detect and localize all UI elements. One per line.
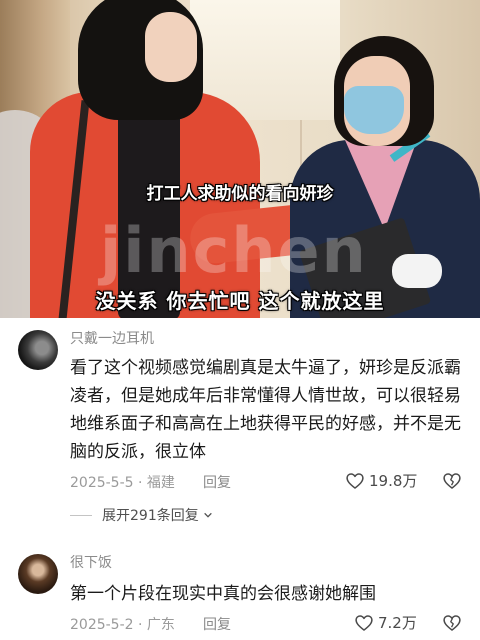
- heart-outline-icon: [355, 614, 373, 631]
- comment-text[interactable]: 第一个片段在现实中真的会很感谢她解围: [70, 580, 468, 608]
- reply-button[interactable]: 回复: [203, 614, 231, 634]
- like-count: 19.8万: [369, 472, 418, 490]
- comment-username[interactable]: 很下饭: [70, 552, 112, 572]
- heart-outline-icon: [346, 472, 364, 489]
- comment-date-location: 2025-5-2 · 广东: [70, 617, 175, 633]
- expand-replies-button[interactable]: 展开291条回复: [70, 505, 213, 525]
- like-count: 7.2万: [378, 614, 417, 632]
- divider-line: [70, 514, 92, 516]
- comment-list: 只戴一边耳机 看了这个视频感觉编剧真是太牛逼了，妍珍是反派霸凌者，但是她成年后非…: [0, 318, 480, 640]
- broken-heart-icon[interactable]: [442, 471, 462, 491]
- video-watermark: jinchen: [100, 214, 368, 287]
- chevron-down-icon: [203, 512, 212, 518]
- nurse-glove: [392, 254, 442, 288]
- comment-date-location: 2025-5-5 · 福建: [70, 475, 175, 491]
- avatar[interactable]: [18, 554, 58, 594]
- like-button[interactable]: 19.8万: [345, 470, 417, 491]
- broken-heart-icon[interactable]: [442, 613, 462, 633]
- nurse-face-mask: [344, 86, 404, 134]
- avatar[interactable]: [18, 330, 58, 370]
- subtitle-dialogue: 没关系 你去忙吧 这个就放这里: [95, 289, 385, 313]
- reply-button[interactable]: 回复: [203, 472, 231, 492]
- expand-replies-label: 展开291条回复: [102, 508, 199, 524]
- subtitle-caption: 打工人求助似的看向妍珍: [146, 184, 334, 204]
- video-player[interactable]: jinchen 打工人求助似的看向妍珍 没关系 你去忙吧 这个就放这里: [0, 0, 480, 318]
- woman-face: [145, 12, 197, 82]
- like-button[interactable]: 7.2万: [354, 612, 417, 633]
- comment-username[interactable]: 只戴一边耳机: [70, 328, 154, 348]
- comment-text[interactable]: 看了这个视频感觉编剧真是太牛逼了，妍珍是反派霸凌者，但是她成年后非常懂得人情世故…: [70, 354, 468, 466]
